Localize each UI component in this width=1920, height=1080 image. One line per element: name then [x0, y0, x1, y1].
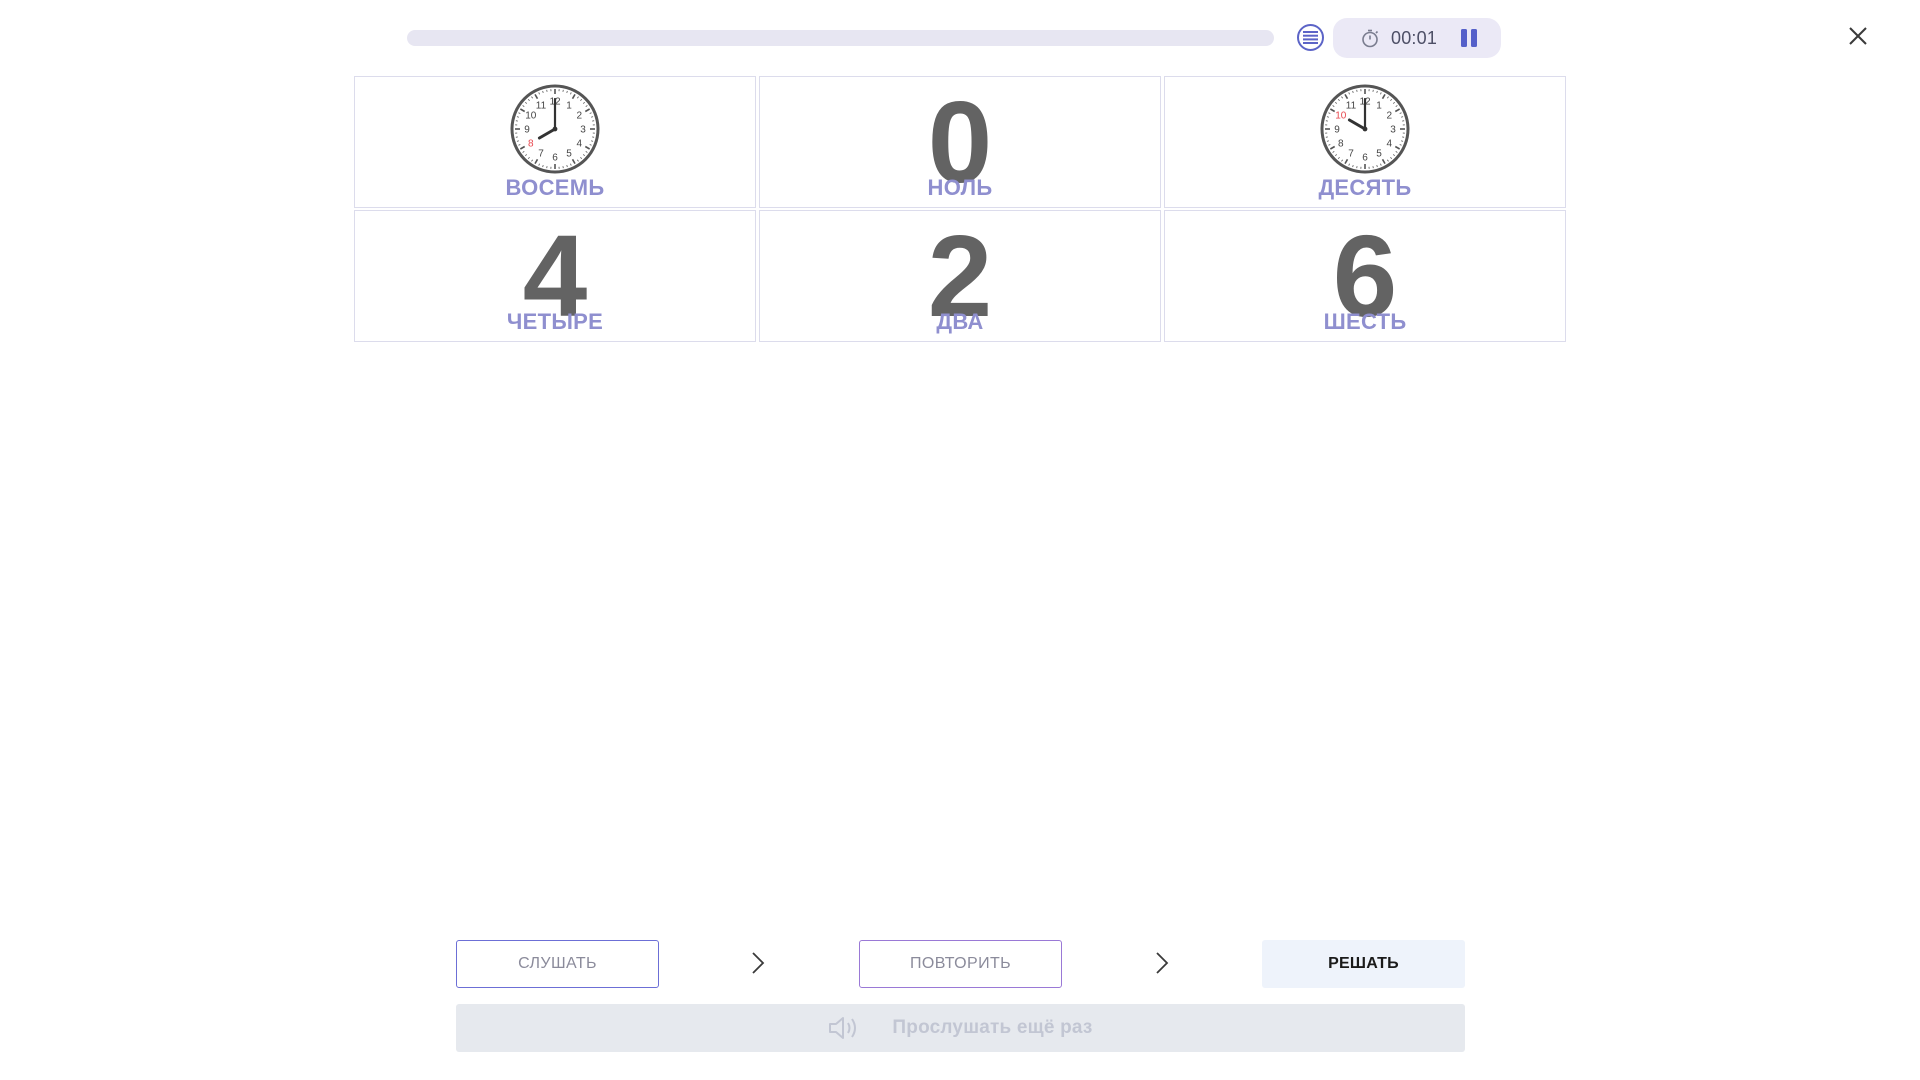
progress-bar	[407, 30, 1274, 46]
clock-numeral: 10	[1335, 111, 1347, 122]
list-button[interactable]	[1297, 24, 1324, 51]
clock-numeral: 11	[1346, 100, 1357, 111]
clock-numeral: 8	[528, 139, 534, 150]
speaker-icon	[829, 1017, 857, 1039]
clock-icon: 123456789101112	[1320, 84, 1410, 174]
clock-numeral: 11	[536, 100, 547, 111]
card-word: ДВА	[936, 309, 984, 334]
clock-numeral: 3	[580, 125, 586, 136]
number-card[interactable]: 6 ШЕСТЬ	[1164, 210, 1566, 342]
clock-numeral: 5	[1376, 149, 1382, 160]
clock-numeral: 3	[1390, 125, 1396, 136]
app-window: 00:01 123456789101112ВОСЕМЬ0НОЛЬ12345678…	[0, 0, 1920, 1080]
chevron-right-icon	[752, 952, 765, 974]
clock-numeral: 7	[538, 149, 544, 160]
timer-text: 00:01	[1391, 28, 1438, 48]
clock-numeral: 7	[1348, 149, 1354, 160]
clock-numeral: 6	[552, 153, 558, 164]
clock-numeral: 10	[525, 111, 537, 122]
close-icon[interactable]	[1846, 24, 1870, 48]
card-word: ЧЕТЫРЕ	[506, 309, 604, 334]
repeat-button[interactable]: ПОВТОРИТЬ	[859, 940, 1062, 988]
number-card[interactable]: 2 ДВА	[759, 210, 1161, 342]
stopwatch-icon	[1362, 29, 1379, 48]
replay-label: Прослушать ещё раз	[892, 1017, 1093, 1038]
timer-panel: 00:01	[1333, 18, 1501, 58]
pause-icon	[1461, 29, 1467, 47]
pause-icon-bar	[1471, 29, 1477, 47]
number-card[interactable]: 123456789101112ВОСЕМЬ	[354, 76, 756, 208]
clock-numeral: 1	[1376, 100, 1382, 111]
card-word: ШЕСТЬ	[1323, 309, 1407, 334]
clock-numeral: 4	[576, 139, 582, 150]
chevron-right-icon	[1156, 952, 1169, 974]
solve-button[interactable]: РЕШАТЬ	[1262, 940, 1465, 988]
clock-numeral: 1	[566, 100, 572, 111]
number-card[interactable]: 0 НОЛЬ	[759, 76, 1161, 208]
clock-numeral: 8	[1338, 139, 1344, 150]
card-word: ВОСЕМЬ	[505, 175, 605, 200]
clock-numeral: 5	[566, 149, 572, 160]
number-card[interactable]: 4 ЧЕТЫРЕ	[354, 210, 756, 342]
clock-icon: 123456789101112	[510, 84, 600, 174]
replay-button[interactable]: Прослушать ещё раз	[456, 1004, 1465, 1052]
clock-numeral: 4	[1386, 139, 1392, 150]
listen-button[interactable]: СЛУШАТЬ	[456, 940, 659, 988]
card-word: НОЛЬ	[927, 175, 993, 200]
clock-numeral: 9	[524, 125, 530, 136]
clock-numeral: 9	[1334, 125, 1340, 136]
clock-numeral: 6	[1362, 153, 1368, 164]
list-icon	[1303, 31, 1318, 44]
clock-numeral: 2	[576, 111, 582, 122]
number-card[interactable]: 123456789101112ДЕСЯТЬ	[1164, 76, 1566, 208]
card-word: ДЕСЯТЬ	[1318, 175, 1412, 200]
clock-numeral: 2	[1386, 111, 1392, 122]
pause-button[interactable]	[1459, 29, 1479, 47]
